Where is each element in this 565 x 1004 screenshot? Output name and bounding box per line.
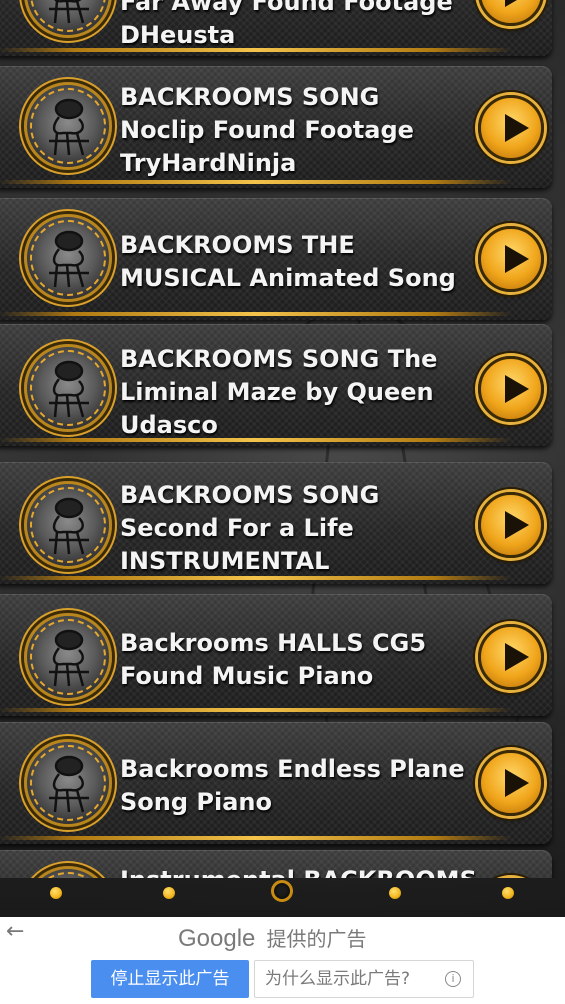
page-dot[interactable] bbox=[163, 887, 175, 899]
song-thumbnail bbox=[24, 344, 112, 432]
song-title-line: Udasco bbox=[120, 411, 218, 439]
song-title-line: BACKROOMS SONG The bbox=[120, 345, 438, 373]
play-button-icon[interactable] bbox=[478, 492, 544, 558]
stop-showing-ad-button[interactable]: 停止显示此广告 bbox=[91, 960, 249, 998]
song-title-line: Far Away Found Footage bbox=[120, 0, 453, 16]
play-button-icon[interactable] bbox=[478, 624, 544, 690]
song-list[interactable]: Far Away Found Footage DHeusta BACKROOMS S… bbox=[0, 0, 565, 878]
song-title-line: Backrooms Endless Plane bbox=[120, 755, 465, 783]
google-logo: Google bbox=[178, 925, 256, 952]
app-screen: Far Away Found Footage DHeusta BACKROOMS S… bbox=[0, 0, 565, 917]
song-thumbnail bbox=[24, 613, 112, 701]
play-button-icon[interactable] bbox=[478, 750, 544, 816]
song-title-line: Found Music Piano bbox=[120, 662, 374, 690]
song-title-line: DHeusta bbox=[120, 21, 236, 49]
song-title-line: BACKROOMS SONG bbox=[120, 481, 380, 509]
play-button-icon[interactable] bbox=[478, 226, 544, 292]
ad-provider: Google 提供的广告 bbox=[178, 923, 366, 953]
song-title: Backrooms Endless Plane Song Piano bbox=[120, 753, 465, 819]
play-button-icon[interactable] bbox=[478, 95, 544, 161]
song-title: BACKROOMS SONG Noclip Found Footage TryHar… bbox=[120, 81, 460, 180]
page-dot[interactable] bbox=[50, 887, 62, 899]
why-this-ad-label: 为什么显示此广告? bbox=[265, 969, 411, 989]
page-dot[interactable] bbox=[389, 887, 401, 899]
song-title: BACKROOMS SONG The Liminal Maze by Queen U… bbox=[120, 343, 460, 442]
song-title-line: Noclip Found Footage bbox=[120, 116, 414, 144]
song-thumbnail bbox=[24, 481, 112, 569]
song-thumbnail bbox=[24, 82, 112, 170]
ad-banner: ← Google 提供的广告 停止显示此广告 为什么显示此广告? i bbox=[0, 917, 565, 1004]
song-title-line: TryHardNinja bbox=[120, 149, 297, 177]
ad-provided-text: 提供的广告 bbox=[266, 927, 367, 951]
song-title-line: Song Piano bbox=[120, 788, 272, 816]
song-title: Far Away Found Footage DHeusta bbox=[120, 0, 460, 52]
back-arrow-icon[interactable]: ← bbox=[6, 919, 24, 944]
song-title-line: Instrumental BACKROOMS bbox=[120, 864, 477, 878]
page-indicator bbox=[0, 878, 565, 917]
song-title-line: INSTRUMENTAL bbox=[120, 547, 330, 575]
why-this-ad-button[interactable]: 为什么显示此广告? i bbox=[254, 960, 474, 998]
info-icon: i bbox=[445, 971, 461, 987]
song-title-line: BACKROOMS SONG bbox=[120, 83, 380, 111]
song-title: Instrumental BACKROOMS bbox=[120, 864, 477, 878]
song-title: BACKROOMS THE MUSICAL Animated Song bbox=[120, 229, 460, 295]
song-title: Backrooms HALLS CG5 Found Music Piano bbox=[120, 627, 460, 693]
song-title: BACKROOMS SONG Second For a Life INSTRUMEN… bbox=[120, 479, 460, 578]
song-title-line: Backrooms HALLS CG5 bbox=[120, 629, 427, 657]
song-title-line: MUSICAL Animated Song bbox=[120, 264, 456, 292]
song-thumbnail bbox=[24, 739, 112, 827]
song-thumbnail bbox=[24, 214, 112, 302]
song-title-line: Liminal Maze by Queen bbox=[120, 378, 434, 406]
song-title-line: Second For a Life bbox=[120, 514, 354, 542]
song-title-line: BACKROOMS THE bbox=[120, 231, 355, 259]
page-dot[interactable] bbox=[502, 887, 514, 899]
play-button-icon[interactable] bbox=[478, 356, 544, 422]
page-dot-active[interactable] bbox=[271, 880, 293, 902]
